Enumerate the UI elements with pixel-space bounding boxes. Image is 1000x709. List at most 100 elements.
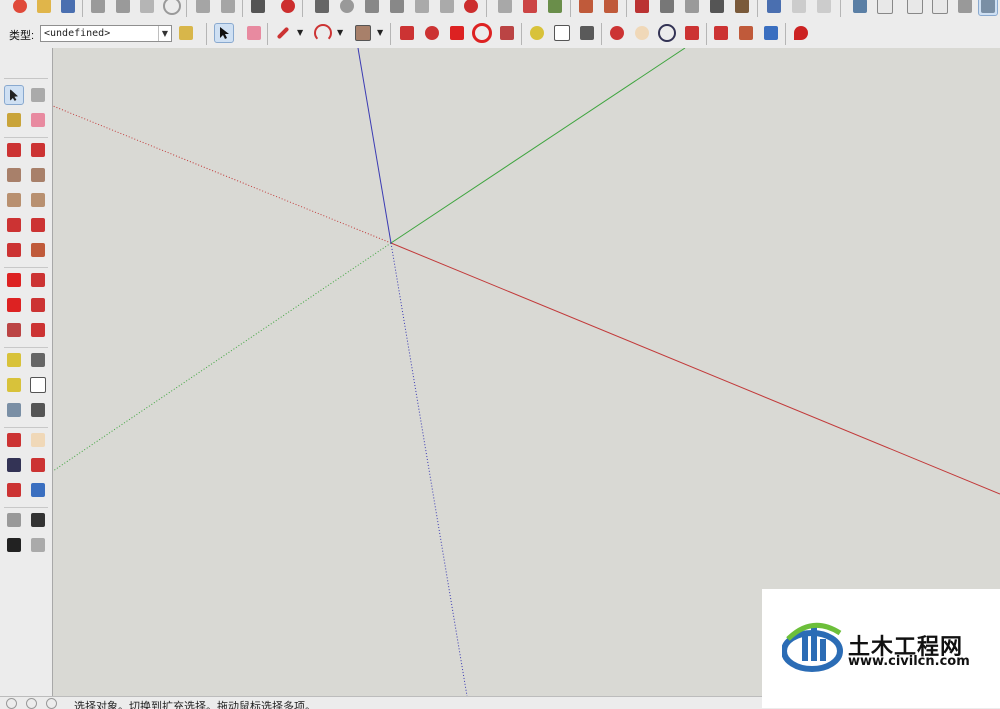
model-info-icon[interactable] bbox=[278, 0, 298, 16]
display-section-icon[interactable] bbox=[437, 0, 457, 16]
rectangle-icon[interactable] bbox=[4, 165, 24, 185]
chevron-down-icon[interactable]: ▼ bbox=[158, 26, 171, 41]
pencil-icon[interactable] bbox=[4, 140, 24, 160]
add-detail-icon[interactable] bbox=[682, 0, 702, 16]
info-icon[interactable] bbox=[6, 698, 17, 709]
tape-measure-icon[interactable] bbox=[4, 350, 24, 370]
rotate-tool-icon[interactable] bbox=[472, 23, 492, 43]
polygon-icon[interactable] bbox=[28, 190, 48, 210]
eraser-icon[interactable] bbox=[244, 23, 264, 43]
dimension-icon[interactable] bbox=[28, 350, 48, 370]
camera-icon[interactable] bbox=[337, 0, 357, 16]
position-camera-icon[interactable] bbox=[362, 0, 382, 16]
followme-icon[interactable] bbox=[422, 23, 442, 43]
select-icon[interactable] bbox=[214, 23, 234, 43]
move-icon[interactable] bbox=[447, 23, 467, 43]
cut-icon[interactable] bbox=[88, 0, 108, 16]
look-around-icon[interactable] bbox=[28, 510, 48, 530]
redo-icon[interactable] bbox=[218, 0, 238, 16]
smoove-icon[interactable] bbox=[707, 0, 727, 16]
look-around-icon[interactable] bbox=[387, 0, 407, 16]
share-model-icon[interactable] bbox=[764, 0, 784, 16]
three-point-arc-icon[interactable] bbox=[4, 240, 24, 260]
new-file-icon[interactable] bbox=[10, 0, 30, 16]
walk-icon[interactable] bbox=[4, 535, 24, 555]
pan-icon[interactable] bbox=[28, 430, 48, 450]
layer-select[interactable]: <undefined> ▼ bbox=[40, 25, 172, 42]
paste-icon[interactable] bbox=[137, 0, 157, 16]
followme-icon[interactable] bbox=[28, 295, 48, 315]
rectangle-icon[interactable] bbox=[353, 23, 373, 43]
pie-icon[interactable] bbox=[28, 240, 48, 260]
previous-view-icon[interactable] bbox=[28, 480, 48, 500]
eraser-icon[interactable] bbox=[28, 110, 48, 130]
two-point-arc-icon[interactable] bbox=[28, 215, 48, 235]
zoom-extents-icon[interactable] bbox=[4, 480, 24, 500]
orbit-icon[interactable] bbox=[607, 23, 627, 43]
zoom-icon[interactable] bbox=[657, 23, 677, 43]
offset-icon[interactable] bbox=[28, 320, 48, 340]
arc-icon[interactable] bbox=[313, 23, 333, 43]
download-icon[interactable] bbox=[814, 0, 834, 16]
zoom-window-icon[interactable] bbox=[28, 455, 48, 475]
make-component-icon[interactable] bbox=[28, 85, 48, 105]
extension-icon[interactable] bbox=[789, 0, 809, 16]
terrain-icon[interactable] bbox=[576, 0, 596, 16]
iso-view-icon[interactable] bbox=[850, 0, 870, 16]
circle-icon[interactable] bbox=[4, 190, 24, 210]
ruby-icon[interactable] bbox=[791, 23, 811, 43]
copy-icon[interactable] bbox=[113, 0, 133, 16]
print-icon[interactable] bbox=[248, 0, 268, 16]
section-plane-icon[interactable] bbox=[28, 535, 48, 555]
section-plane-icon[interactable] bbox=[412, 0, 432, 16]
pencil-icon[interactable] bbox=[273, 23, 293, 43]
freehand-icon[interactable] bbox=[28, 140, 48, 160]
text-icon[interactable] bbox=[552, 23, 572, 43]
protractor-icon[interactable] bbox=[4, 375, 24, 395]
scale-icon[interactable] bbox=[4, 320, 24, 340]
orbit-icon[interactable] bbox=[4, 430, 24, 450]
paint-bucket-icon[interactable] bbox=[577, 23, 597, 43]
arc-icon[interactable] bbox=[4, 215, 24, 235]
pushpull-icon[interactable] bbox=[397, 23, 417, 43]
3d-text-icon[interactable] bbox=[28, 400, 48, 420]
left-view-icon[interactable] bbox=[978, 0, 998, 16]
pushpull-icon[interactable] bbox=[28, 270, 48, 290]
text-icon[interactable] bbox=[28, 375, 48, 395]
paint-bucket-icon[interactable] bbox=[4, 110, 24, 130]
credits-icon[interactable] bbox=[46, 698, 57, 709]
geo-icon[interactable] bbox=[26, 698, 37, 709]
zoom-extents-icon[interactable] bbox=[682, 23, 702, 43]
hide-section-icon[interactable] bbox=[461, 0, 481, 16]
axes-icon[interactable] bbox=[4, 400, 24, 420]
styles-icon[interactable] bbox=[761, 23, 781, 43]
layer-manager-icon[interactable] bbox=[176, 23, 196, 43]
position-camera-icon[interactable] bbox=[4, 510, 24, 530]
drape-icon[interactable] bbox=[601, 0, 621, 16]
stamp-icon[interactable] bbox=[632, 0, 652, 16]
flip-edge-icon[interactable] bbox=[657, 0, 677, 16]
rotate-icon[interactable] bbox=[495, 0, 515, 16]
top-view-icon[interactable] bbox=[875, 0, 895, 16]
match-photo-icon[interactable] bbox=[520, 0, 540, 16]
warehouse-icon[interactable] bbox=[732, 0, 752, 16]
tape-measure-icon[interactable] bbox=[527, 23, 547, 43]
scale-icon[interactable] bbox=[497, 23, 517, 43]
zoom-icon[interactable] bbox=[4, 455, 24, 475]
sandbox-icon[interactable] bbox=[545, 0, 565, 16]
select-icon[interactable] bbox=[4, 85, 24, 105]
materials-icon[interactable] bbox=[736, 23, 756, 43]
back-view-icon[interactable] bbox=[955, 0, 975, 16]
components-icon[interactable] bbox=[711, 23, 731, 43]
save-icon[interactable] bbox=[58, 0, 78, 16]
move-icon[interactable] bbox=[4, 270, 24, 290]
front-view-icon[interactable] bbox=[905, 0, 925, 16]
pan-icon[interactable] bbox=[632, 23, 652, 43]
right-view-icon[interactable] bbox=[930, 0, 950, 16]
rotated-rectangle-icon[interactable] bbox=[28, 165, 48, 185]
open-icon[interactable] bbox=[34, 0, 54, 16]
undo-icon[interactable] bbox=[193, 0, 213, 16]
erase-icon[interactable] bbox=[162, 0, 182, 16]
rotate-icon[interactable] bbox=[4, 295, 24, 315]
walkthrough-icon[interactable] bbox=[312, 0, 332, 16]
